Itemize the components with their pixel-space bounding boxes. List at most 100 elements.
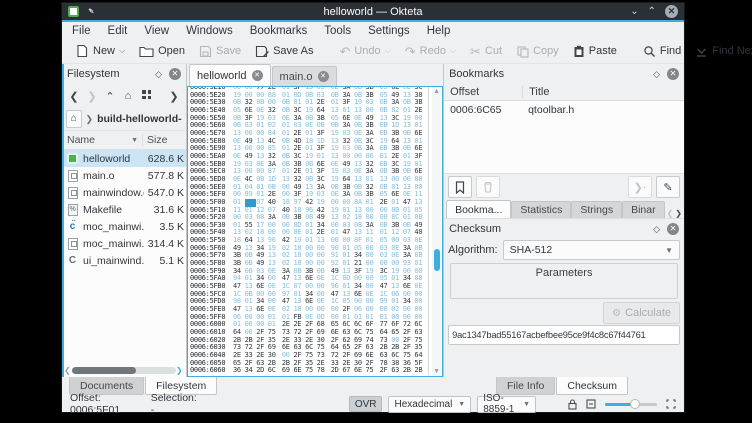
menu-item-bookmarks[interactable]: Bookmarks [250,25,308,37]
hex-byte[interactable]: 2D [256,367,268,375]
overwrite-toggle[interactable]: OVR [349,396,383,412]
breadcrumb-path[interactable]: build-helloworld-Deskt [97,113,182,125]
hex-byte[interactable]: 69 [282,367,294,375]
ascii-column[interactable]: ;.I.......4...:. [428,252,431,260]
hex-byte[interactable]: 36 [233,367,245,375]
menu-item-settings[interactable]: Settings [368,25,410,37]
toolbar-overflow-button[interactable]: ❯ [166,90,182,103]
file-row[interactable]: c̈moc_mainwi...3.5 K [62,218,186,235]
titlebar[interactable]: ✒ helloworld — Okteta ⌄ ⌃ ✕ [62,3,684,20]
tab-close-icon[interactable]: ✕ [318,71,329,82]
tab-close-icon[interactable]: ✕ [252,70,263,81]
ascii-column[interactable]: .U.....4...:.;.I [428,222,431,230]
scroll-left-icon[interactable]: ❮ [667,209,674,218]
ascii-column[interactable]: e/c++/5.3.0/x86_ [428,360,431,368]
ascii-column[interactable]: 64-linux-gnu/c++ [428,367,431,375]
scroll-up-icon[interactable]: ▲ [432,88,441,95]
hex-byte[interactable]: 6C [268,367,280,375]
tool-tab-strings[interactable]: Strings [571,201,622,218]
save-button[interactable]: Save [194,43,246,60]
hex-byte[interactable]: 2B [403,367,415,375]
ascii-column[interactable]: .I.2.<.........? [428,153,431,161]
find-next-button[interactable]: Find Next [690,43,752,60]
file-row[interactable]: moc_mainwi...314.4 K [62,235,186,252]
hex-byte[interactable]: 34 [245,367,257,375]
tool-tab-binar[interactable]: Binar [622,201,665,218]
ascii-column[interactable]: .....û.......... [428,314,431,322]
scroll-right-icon[interactable]: ❯ [176,366,184,375]
ascii-column[interactable]: 4...:.;.I.?.<... [428,268,431,276]
close-panel-icon[interactable]: ✕ [667,68,679,80]
file-row[interactable]: Makefile31.6 K [62,201,186,218]
dock-tab-checksum[interactable]: Checksum [556,377,628,395]
ascii-column[interactable]: G.n.......4.G.n. [428,283,431,291]
ascii-column[interactable]: .d..B........... [428,237,431,245]
checksum-result-field[interactable]: 9ac1347bad55167acbefbee95ce9f4c8c67f4476… [448,325,680,345]
hex-byte[interactable]: 6E [354,367,366,375]
ascii-column[interactable]: .L...2.<.d...... [428,176,431,184]
ascii-column[interactable]: .......?...:.;.n [428,168,431,176]
calculate-button[interactable]: ⚙ Calculate [603,302,680,324]
hex-byte[interactable]: 2D [331,367,343,375]
home-button[interactable]: ⌂ [120,90,136,102]
scrollbar-thumb[interactable] [72,367,136,374]
ascii-column[interactable]: ...:.;.n.I.2.<.. [428,161,431,169]
file-row[interactable]: main.o577.8 K [62,167,186,184]
document-tab-helloworld[interactable]: helloworld✕ [189,64,271,86]
hex-byte[interactable]: 75 [305,367,317,375]
ascii-column[interactable]: ;.I.......!..... [428,260,431,268]
value-coding-select[interactable]: Hexadecimal▼ [388,396,471,413]
menu-item-help[interactable]: Help [427,25,451,37]
column-header-offset[interactable]: Offset [444,86,523,98]
hex-byte[interactable]: 2F [380,367,392,375]
lock-icon[interactable] [568,399,577,410]
goto-bookmark-button[interactable]: ❯⋅ [628,176,652,198]
ascii-column[interactable]: .2.......?...:.; [428,99,431,107]
file-row[interactable]: mainwindow.o547.0 K [62,184,186,201]
charset-select[interactable]: ISO-8859-1▼ [477,396,536,413]
filesystem-hscrollbar[interactable]: ❮ ❯ [64,366,184,375]
forward-button[interactable]: ❯ [84,90,100,103]
open-button[interactable]: Open [134,43,190,60]
create-bookmark-button[interactable] [448,176,472,198]
up-button[interactable]: ⌃ [102,90,118,103]
zoom-slider-handle[interactable] [630,399,640,409]
ascii-column[interactable]: .........:.;.... [428,122,431,130]
column-header-name[interactable]: Name▼ [62,134,143,146]
zoom-slider[interactable] [605,398,657,410]
ascii-column[interactable]: sr/include/c++/5 [428,344,431,352]
ascii-column[interactable]: .3.0./usr/includ [428,352,431,360]
tool-tab-statistics[interactable]: Statistics [511,201,571,218]
ascii-column[interactable]: .....I.:.;.2.... [428,184,431,192]
document-tab-main.o[interactable]: main.o✕ [272,66,337,86]
view-mode-button[interactable] [138,90,154,102]
menu-item-tools[interactable]: Tools [324,25,351,37]
menu-item-file[interactable]: File [72,25,91,37]
float-panel-icon[interactable]: ◇ [653,69,660,80]
hex-byte[interactable]: 67 [342,367,354,375]
ascii-column[interactable]: ....@..B........ [428,207,431,215]
undo-button[interactable]: ↶ Undo⌵ [334,43,395,60]
copy-button[interactable]: Copy [511,43,564,60]
tool-tab-bookma[interactable]: Bookma... [446,200,511,218]
paste-button[interactable]: Paste [568,43,622,60]
hex-byte[interactable]: 2B [414,367,426,375]
zoom-fit-icon[interactable] [666,399,676,409]
ascii-column[interactable]: .....?...:.;.n.. [428,191,431,199]
hex-bytes[interactable]: 36342D6C696E75782D676E752F632B2B [233,367,426,375]
hex-byte[interactable]: 63 [391,367,403,375]
ascii-column[interactable]: .......?...:.;.n [428,130,431,138]
rename-bookmark-button[interactable]: ✎ [656,176,680,198]
ascii-column[interactable]: .........G.....@ [428,229,431,237]
cut-button[interactable]: ✂ Cut [465,43,507,60]
algorithm-select[interactable]: SHA-512 ▼ [503,240,680,260]
menu-item-view[interactable]: View [144,25,169,37]
ascii-column[interactable]: I.4...........:. [428,245,431,253]
close-icon[interactable]: ✕ [665,5,678,18]
ascii-column[interactable]: ...:.;.I........ [428,214,431,222]
redo-button[interactable]: ↷ Redo⌵ [400,43,461,60]
bookmark-row[interactable]: 0006:6C65qtoolbar.h [444,101,684,118]
ascii-column[interactable]: ..4.G.n.......4. [428,275,431,283]
menu-item-edit[interactable]: Edit [108,25,128,37]
back-button[interactable]: ❮ [66,90,82,103]
